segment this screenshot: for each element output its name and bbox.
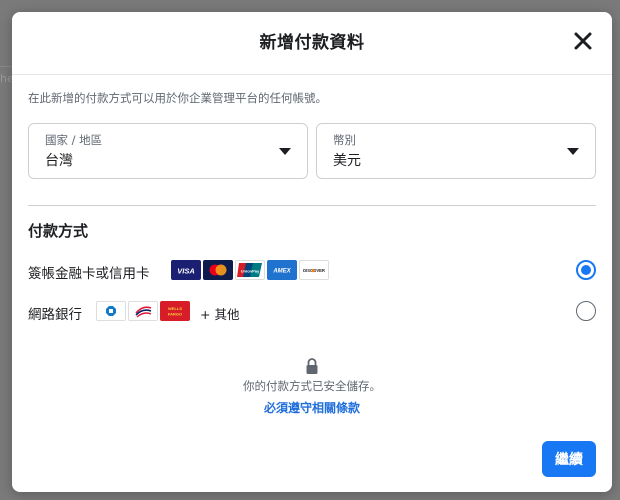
currency-select-value: 美元 (333, 153, 361, 169)
secure-storage-text: 你的付款方式已安全儲存。 (243, 379, 381, 393)
discover-logo: DISCOVER (299, 260, 329, 280)
header-divider (12, 74, 612, 75)
mastercard-logo (203, 260, 233, 280)
amex-logo: AMEX (267, 260, 297, 280)
caret-down-icon (279, 148, 291, 155)
svg-text:WELLS: WELLS (168, 306, 182, 311)
caret-down-icon (567, 148, 579, 155)
bank-of-america-logo (128, 301, 158, 321)
unionpay-logo-text: UnionPay (241, 269, 260, 274)
svg-text:FARGO: FARGO (168, 312, 182, 317)
unionpay-logo: UnionPay (235, 260, 265, 280)
country-select-label: 國家 / 地區 (45, 133, 103, 147)
chase-logo (96, 301, 126, 321)
dialog-title: 新增付款資料 (259, 33, 365, 53)
section-divider (28, 205, 596, 206)
card-option-label: 簽帳金融卡或信用卡 (28, 266, 150, 282)
amex-logo-text: AMEX (272, 269, 291, 275)
payment-method-title: 付款方式 (28, 222, 89, 240)
bank-option-label: 網路銀行 (28, 307, 82, 323)
payment-option-card[interactable]: 簽帳金融卡或信用卡 VISA UnionPay AMEX (28, 256, 596, 286)
currency-select-label: 幣別 (333, 133, 356, 147)
currency-select[interactable]: 幣別 美元 (316, 123, 596, 179)
more-banks-text: + 其他 (200, 307, 240, 322)
close-icon (572, 30, 594, 52)
payment-option-online-banking[interactable]: 網路銀行 WELLS FARGO + 其他 (28, 297, 596, 327)
lock-icon (305, 357, 319, 375)
visa-logo: VISA (171, 260, 201, 280)
visa-logo-text: VISA (177, 267, 195, 276)
intro-text: 在此新增的付款方式可以用於你企業管理平台的任何帳號。 (28, 91, 327, 105)
country-select-value: 台灣 (45, 153, 73, 169)
close-button[interactable] (572, 30, 594, 52)
bank-option-radio[interactable] (576, 301, 596, 321)
country-select[interactable]: 國家 / 地區 台灣 (28, 123, 308, 179)
card-option-radio[interactable] (576, 260, 596, 280)
terms-link[interactable]: 必須遵守相關條款 (12, 399, 612, 416)
continue-button[interactable]: 繼續 (542, 441, 596, 477)
add-payment-dialog: 新增付款資料 在此新增的付款方式可以用於你企業管理平台的任何帳號。 國家 / 地… (12, 12, 612, 492)
wells-fargo-logo: WELLS FARGO (160, 301, 190, 321)
